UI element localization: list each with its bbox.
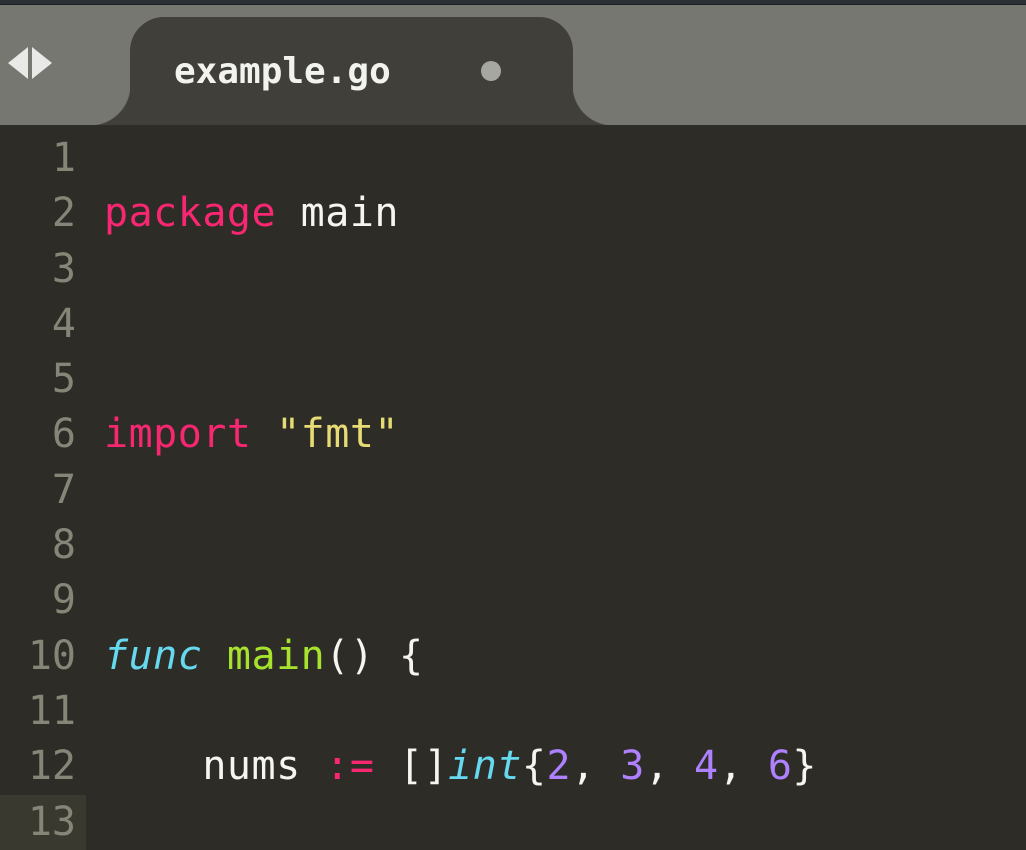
number-literal: 6 (768, 743, 793, 789)
line-number-current[interactable]: 13 (0, 795, 86, 850)
tab-history-nav (0, 47, 52, 125)
line-number[interactable]: 4 (52, 301, 76, 347)
code-line: import "fmt" (104, 407, 1026, 462)
func-name: main (227, 633, 325, 679)
code-line: package main (104, 186, 1026, 241)
line-number[interactable]: 2 (52, 190, 76, 236)
line-number[interactable]: 11 (28, 688, 76, 734)
line-number[interactable]: 3 (52, 246, 76, 292)
line-number[interactable]: 8 (52, 522, 76, 568)
code-line: nums := []int{2, 3, 4, 6} (104, 739, 1026, 794)
punct: () { (325, 633, 423, 679)
editor: 1 2 3 4 5 6 7 8 9 10 11 12 13 package ma… (0, 125, 1026, 850)
code-line: func main() { (104, 629, 1026, 684)
line-number[interactable]: 5 (52, 356, 76, 402)
line-number[interactable]: 10 (28, 633, 76, 679)
code-line (104, 297, 1026, 352)
tab-strip: example.go (0, 5, 1026, 125)
line-number-gutter[interactable]: 1 2 3 4 5 6 7 8 9 10 11 12 13 (0, 125, 86, 850)
nav-back-icon[interactable] (8, 47, 28, 79)
line-number[interactable]: 6 (52, 411, 76, 457)
type-int: int (448, 743, 522, 789)
line-number[interactable]: 1 (52, 135, 76, 181)
tab-filename: example.go (174, 51, 391, 92)
punct: [] (374, 743, 448, 789)
string-literal: "fmt" (276, 411, 399, 457)
code-line (104, 518, 1026, 573)
line-number[interactable]: 7 (52, 467, 76, 513)
keyword-func: func (104, 633, 202, 679)
dirty-indicator-icon (481, 61, 501, 81)
tab-active[interactable]: example.go (130, 17, 573, 125)
code-area[interactable]: package main import "fmt" func main() { … (86, 125, 1026, 850)
operator: := (325, 743, 374, 789)
keyword-package: package (104, 190, 276, 236)
number-literal: 3 (620, 743, 645, 789)
nav-forward-icon[interactable] (32, 47, 52, 79)
keyword-import: import (104, 411, 252, 457)
punct: } (792, 743, 817, 789)
number-literal: 2 (547, 743, 572, 789)
line-number[interactable]: 9 (52, 577, 76, 623)
line-number[interactable]: 12 (28, 743, 76, 789)
punct: { (522, 743, 547, 789)
number-literal: 4 (694, 743, 719, 789)
identifier: main (301, 190, 399, 236)
identifier: nums (202, 743, 325, 789)
